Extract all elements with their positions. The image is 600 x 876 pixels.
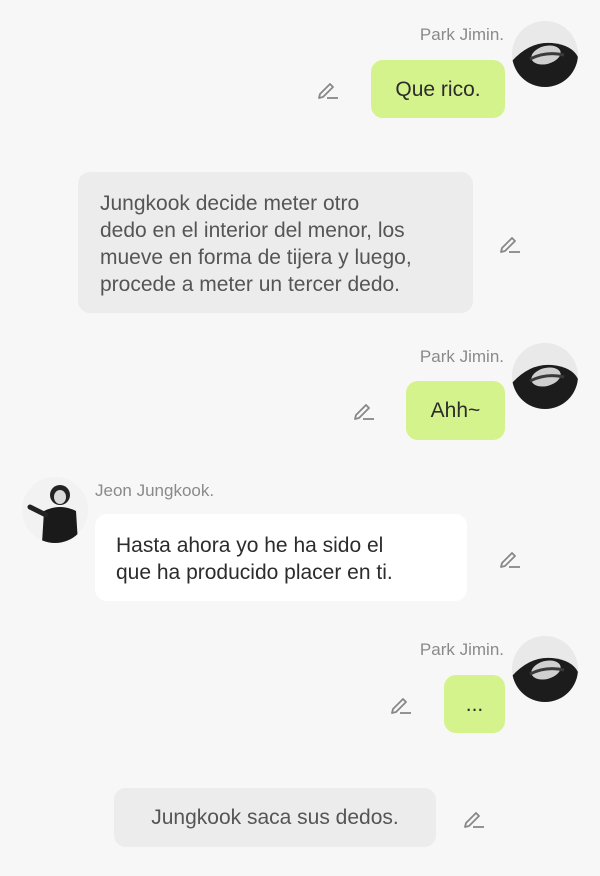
edit-pencil-icon[interactable] <box>462 806 486 830</box>
park-jimin-avatar[interactable] <box>512 343 578 409</box>
park-jimin-avatar[interactable] <box>512 636 578 702</box>
park-jimin-avatar[interactable] <box>512 21 578 87</box>
sender-name: Park Jimin. <box>419 25 504 44</box>
narration-bubble[interactable]: Jungkook decide meter otro dedo en el in… <box>78 172 473 313</box>
sender-name: Jeon Jungkook. <box>95 481 215 500</box>
edit-pencil-icon[interactable] <box>498 546 522 570</box>
sender-name: Park Jimin. <box>419 640 504 659</box>
narration-bubble[interactable]: Jungkook saca sus dedos. <box>114 788 436 847</box>
edit-pencil-icon[interactable] <box>316 77 340 101</box>
message-bubble-incoming[interactable]: Hasta ahora yo he ha sido el que ha prod… <box>95 514 467 601</box>
message-bubble-outgoing[interactable]: ... <box>444 675 505 733</box>
message-bubble-outgoing[interactable]: Que rico. <box>371 60 505 118</box>
jeon-jungkook-avatar[interactable] <box>22 477 88 543</box>
message-bubble-outgoing[interactable]: Ahh~ <box>406 381 505 440</box>
sender-name: Park Jimin. <box>419 347 504 366</box>
edit-pencil-icon[interactable] <box>498 231 522 255</box>
edit-pencil-icon[interactable] <box>389 692 413 716</box>
edit-pencil-icon[interactable] <box>352 398 376 422</box>
